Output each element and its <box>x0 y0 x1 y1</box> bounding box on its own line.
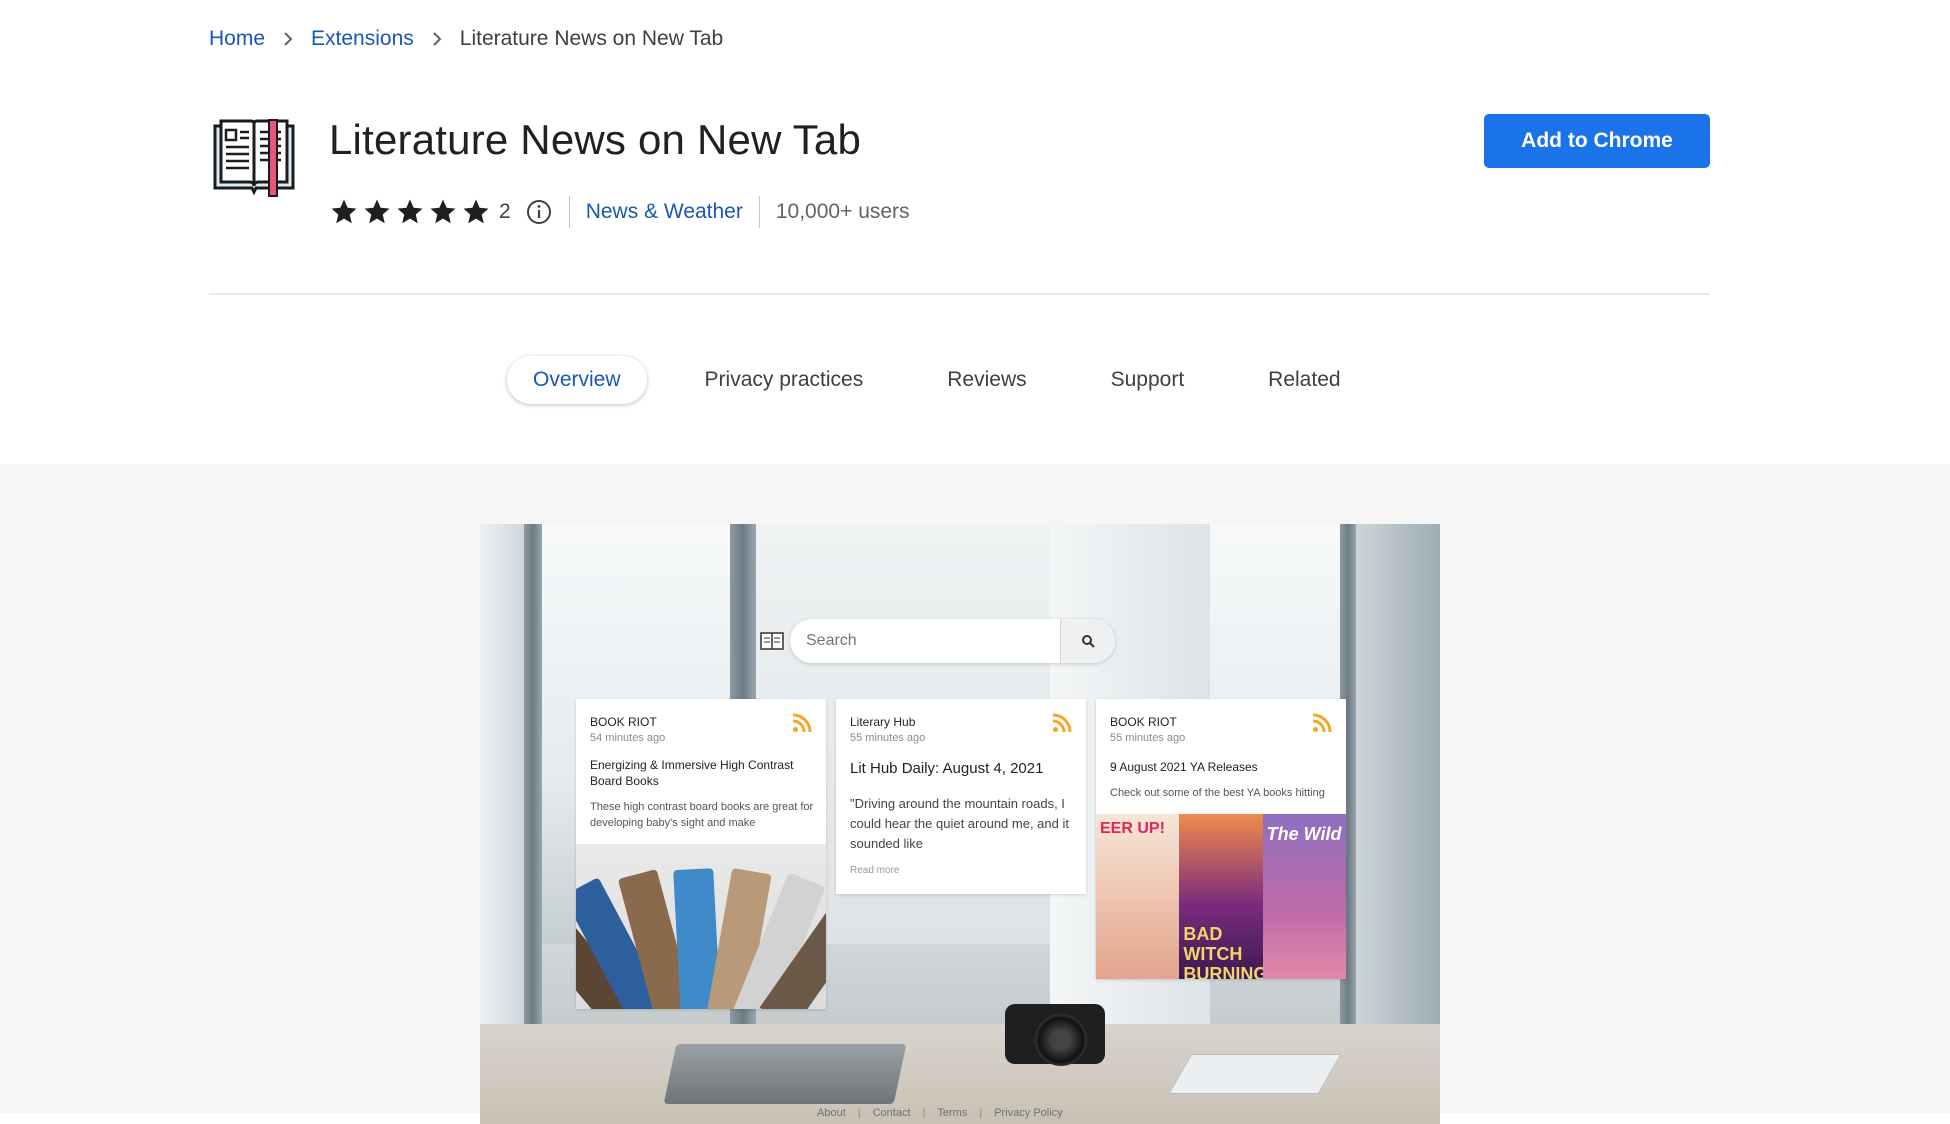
card-body: "Driving around the mountain roads, I co… <box>850 796 1069 851</box>
keyboard <box>1168 1054 1342 1094</box>
footer-link: Contact <box>872 1107 911 1119</box>
book-cover: EER UP! <box>1096 814 1180 979</box>
divider <box>568 196 570 228</box>
divider <box>758 196 760 228</box>
breadcrumb-current: Literature News on New Tab <box>459 27 724 50</box>
book-cover: The Wild <box>1262 814 1346 979</box>
star-icon <box>331 199 357 224</box>
star-icon <box>430 199 456 224</box>
laptop <box>663 1044 907 1104</box>
breadcrumb-home-link[interactable]: Home <box>209 27 265 51</box>
tab-overview[interactable]: Overview <box>507 356 647 404</box>
search-bar <box>790 619 1115 663</box>
search-icon[interactable] <box>1060 619 1115 663</box>
star-icon <box>397 199 423 224</box>
card-body: Check out some of the best YA books hitt… <box>1110 787 1325 799</box>
card-headline: Lit Hub Daily: August 4, 2021 <box>850 760 1044 777</box>
tab-privacy-practices[interactable]: Privacy practices <box>679 356 890 404</box>
extension-title: Literature News on New Tab <box>329 116 862 163</box>
breadcrumb-extensions-link[interactable]: Extensions <box>311 27 414 51</box>
card-body: These high contrast board books are grea… <box>590 801 814 829</box>
rss-icon <box>1312 713 1332 733</box>
book-cover: BAD WITCH BURNING <box>1179 814 1263 979</box>
rating-count[interactable]: 2 <box>499 200 511 224</box>
chevron-right-icon <box>422 24 452 54</box>
footer-link: Privacy Policy <box>994 1107 1063 1119</box>
tab-support[interactable]: Support <box>1085 356 1211 404</box>
search-input[interactable] <box>790 632 1050 650</box>
chevron-right-icon <box>273 24 303 54</box>
news-card[interactable]: BOOK RIOT 54 minutes ago Energizing & Im… <box>576 699 826 1009</box>
news-card[interactable]: Literary Hub 55 minutes ago Lit Hub Dail… <box>836 699 1086 894</box>
category-link[interactable]: News & Weather <box>586 200 743 224</box>
rss-icon <box>1052 713 1072 733</box>
card-time: 55 minutes ago <box>850 732 926 744</box>
footer-link: About <box>817 1107 846 1119</box>
footer-link: Terms <box>937 1107 968 1119</box>
extension-book-icon <box>211 118 298 198</box>
info-icon[interactable] <box>525 198 553 226</box>
extension-meta: 2 News & Weather 10,000+ users <box>329 194 910 230</box>
card-headline: Energizing & Immersive High Contrast Boa… <box>590 758 794 788</box>
rss-icon <box>792 713 812 733</box>
camera-lens <box>1035 1014 1087 1066</box>
card-source: Literary Hub <box>850 715 916 729</box>
tab-related[interactable]: Related <box>1242 356 1366 404</box>
read-more-link[interactable]: Read more <box>850 865 899 876</box>
news-card[interactable]: BOOK RIOT 55 minutes ago 9 August 2021 Y… <box>1096 699 1346 979</box>
card-source: BOOK RIOT <box>1110 715 1177 729</box>
card-source: BOOK RIOT <box>590 715 657 729</box>
screenshot-image[interactable]: BOOK RIOT 54 minutes ago Energizing & Im… <box>480 524 1440 1124</box>
breadcrumb: Home Extensions Literature News on New T… <box>209 24 723 54</box>
screenshot-footer-links: About | Contact | Terms | Privacy Policy <box>817 1107 1063 1119</box>
header-divider <box>209 293 1710 295</box>
add-to-chrome-button[interactable]: Add to Chrome <box>1484 114 1710 168</box>
star-icon <box>463 199 489 224</box>
user-count: 10,000+ users <box>775 200 910 223</box>
tab-reviews[interactable]: Reviews <box>921 356 1052 404</box>
card-time: 55 minutes ago <box>1110 732 1186 744</box>
card-headline: 9 August 2021 YA Releases <box>1110 760 1258 774</box>
book-covers: EER UP! BAD WITCH BURNING The Wild <box>1096 814 1346 979</box>
screenshot-gallery: BOOK RIOT 54 minutes ago Energizing & Im… <box>0 464 1950 1124</box>
rating-stars[interactable] <box>329 197 491 227</box>
star-icon <box>364 199 390 224</box>
detail-tabs: Overview Privacy practices Reviews Suppo… <box>507 356 1367 404</box>
book-logo-icon <box>760 630 784 652</box>
card-time: 54 minutes ago <box>590 732 666 744</box>
board-books-photo <box>576 844 826 1009</box>
